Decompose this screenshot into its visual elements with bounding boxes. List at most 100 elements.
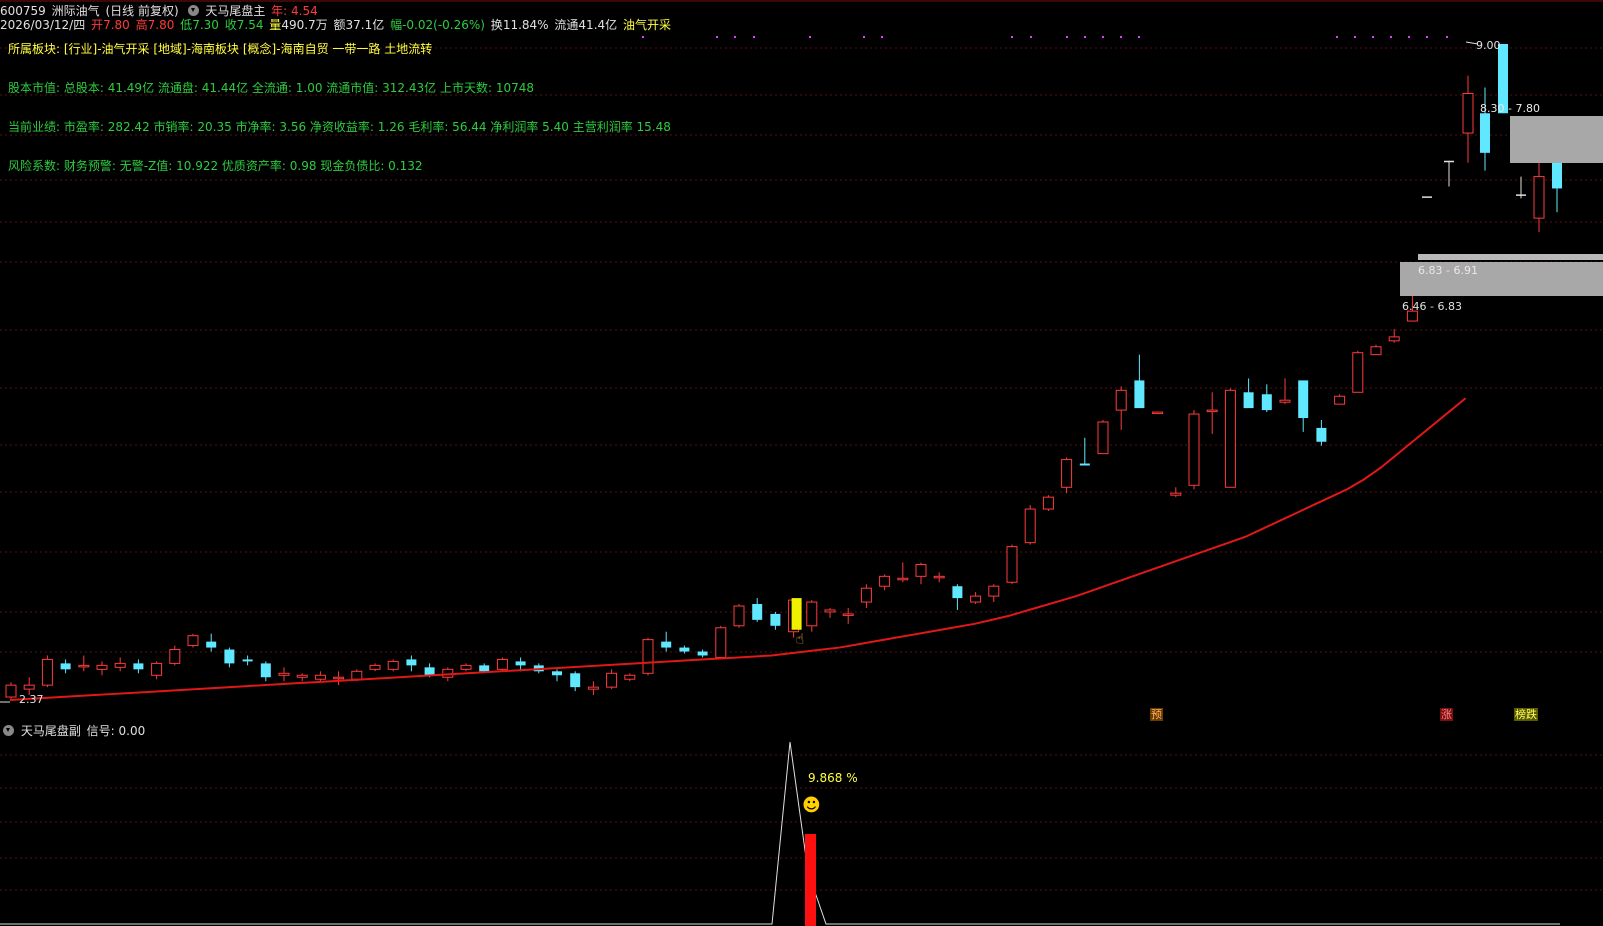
marker-dot	[734, 36, 736, 38]
candle-body-up	[369, 664, 381, 670]
candle-body-up	[1279, 399, 1291, 403]
marker-dot	[1426, 36, 1428, 38]
peak-value-label: 9.868 %	[808, 771, 858, 785]
marker-dot	[1336, 36, 1338, 38]
candle-body-down	[552, 671, 562, 676]
peak-unit: %	[846, 771, 858, 785]
candle-body-up	[169, 649, 181, 664]
low-price-label: 2.37	[19, 693, 44, 706]
candle-body-up	[1352, 352, 1364, 393]
candle-body-down	[952, 586, 963, 599]
candle-body-up	[933, 575, 945, 579]
marker-dot	[642, 36, 644, 38]
candle-body-down	[697, 651, 708, 656]
candle-body-up	[606, 672, 618, 688]
candle-body-up	[278, 672, 290, 676]
candle-body-down	[242, 659, 253, 662]
candle-body-down	[1316, 427, 1327, 442]
info-performance: 当前业绩: 市盈率: 282.42 市销率: 20.35 市净率: 3.56 净…	[8, 120, 671, 134]
candlestick-chart[interactable]: ☝	[0, 0, 1603, 705]
candle-body-up	[824, 609, 836, 613]
candle-body-doji	[1444, 160, 1454, 163]
marker-dot	[1372, 36, 1374, 38]
marker-dot	[881, 36, 883, 38]
candle-body-up	[1152, 411, 1164, 415]
marker-dot	[1102, 36, 1104, 38]
signal-line	[0, 741, 1560, 925]
candle-body-up	[915, 563, 927, 577]
candle-body-up	[1334, 395, 1346, 405]
hand-cursor-icon: ☝	[796, 632, 805, 648]
candle-body-down	[1243, 392, 1254, 409]
candle-body-up	[842, 613, 854, 616]
marker-dot	[1066, 36, 1068, 38]
candle-body-up	[5, 684, 17, 698]
candle-body-down	[1298, 380, 1309, 419]
candle-body-up	[333, 676, 345, 680]
candle-body-down	[1480, 113, 1490, 153]
zone-line	[1418, 254, 1603, 260]
candle-body-up	[879, 575, 891, 587]
candle-body-down	[60, 663, 71, 670]
marker-dot	[1408, 36, 1410, 38]
candle-body-up	[460, 664, 472, 670]
candle-body-down	[260, 663, 271, 678]
signal-chart[interactable]	[0, 710, 1603, 926]
candle-body-up	[1115, 389, 1127, 411]
candle-body-down	[424, 667, 435, 676]
candle-body-up	[1006, 546, 1018, 583]
candle-body-up	[1024, 508, 1036, 544]
zone-third-label: 6.46 - 6.83	[1402, 300, 1462, 313]
candle-body-up	[151, 662, 163, 676]
candle-body-down	[224, 649, 235, 664]
zone-upper-label: 8.30 - 7.80	[1480, 102, 1540, 115]
smiley-icon: ☻	[802, 795, 821, 816]
marker-dot	[809, 36, 811, 38]
candle-body-down	[570, 673, 581, 688]
candle-body-up	[1188, 413, 1200, 486]
resistance-zone	[1510, 116, 1603, 163]
candle-body-up	[1462, 92, 1474, 134]
candle-body-down	[406, 659, 417, 666]
high-price-label: 9.00	[1476, 39, 1501, 52]
candle-body-down	[515, 661, 526, 666]
candle-body-doji	[1516, 194, 1526, 196]
candle-body-up	[1042, 496, 1054, 510]
candle-body-up	[114, 662, 126, 668]
candle-body-up	[78, 664, 90, 668]
candle-body-up	[296, 674, 308, 678]
candle-body-down	[752, 604, 763, 620]
info-sector: 所属板块: [行业]-油气开采 [地域]-海南板块 [概念]-海南自贸 一带一路…	[8, 42, 433, 56]
candle-body-up	[860, 587, 872, 603]
signal-candle	[791, 598, 802, 630]
candle-body-up	[496, 658, 508, 670]
marker-dot	[1138, 36, 1140, 38]
candle-body-up	[587, 686, 599, 690]
candle-body-up	[387, 660, 399, 670]
candle-body-down	[1134, 380, 1145, 409]
candle-body-up	[96, 664, 108, 670]
marker-dot	[1354, 36, 1356, 38]
candle-body-up	[988, 585, 1000, 597]
candle-body-up	[1097, 421, 1109, 455]
candle-body-up	[187, 635, 199, 647]
candle-body-up	[1370, 346, 1382, 356]
candle-body-down	[206, 641, 217, 648]
candle-body-down	[1079, 463, 1090, 466]
zone-lower-label: 6.83 - 6.91	[1418, 264, 1478, 277]
candle-body-down	[1261, 394, 1272, 411]
marker-dot	[753, 36, 755, 38]
candle-body-doji	[1422, 196, 1432, 198]
candle-body-down	[679, 647, 690, 652]
candle-body-up	[314, 674, 326, 680]
candle-body-up	[1170, 492, 1182, 496]
info-risk: 风险系数: 财务预警: 无警-Z值: 10.922 优质资产率: 0.98 现金…	[8, 159, 423, 173]
candle-body-up	[1388, 336, 1400, 342]
candle-body-down	[479, 665, 490, 672]
candle-body-up	[1224, 389, 1236, 488]
candle-body-up	[1061, 459, 1073, 488]
candle-body-up	[970, 595, 982, 603]
candle-body-up	[897, 577, 909, 581]
marker-dot	[716, 36, 718, 38]
marker-dot	[863, 36, 865, 38]
